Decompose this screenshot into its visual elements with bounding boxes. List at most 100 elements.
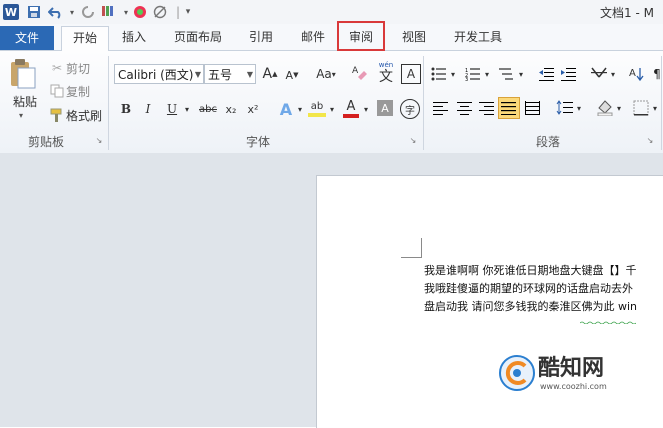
tab-home[interactable]: 开始 bbox=[61, 26, 109, 51]
change-case-button[interactable]: Aa ▾ bbox=[313, 64, 339, 84]
bold-button[interactable]: B bbox=[118, 100, 134, 118]
tab-mailings[interactable]: 邮件 bbox=[293, 26, 333, 49]
redo-icon[interactable] bbox=[80, 4, 96, 20]
multilevel-dropdown-icon[interactable]: ▾ bbox=[516, 66, 526, 82]
decrease-indent-icon[interactable] bbox=[538, 65, 556, 83]
color-icon[interactable] bbox=[132, 4, 148, 20]
shrink-font-button[interactable]: A ▼ bbox=[283, 66, 301, 84]
font-size-select[interactable]: 五号 ▼ bbox=[204, 64, 256, 84]
line-spacing-icon[interactable] bbox=[556, 99, 574, 117]
superscript-button[interactable]: x² bbox=[244, 100, 262, 118]
coozhi-logo-icon bbox=[498, 354, 536, 392]
font-color-dropdown-icon[interactable]: ▾ bbox=[361, 100, 371, 118]
margin-mark-vertical bbox=[421, 238, 422, 258]
undo-icon[interactable] bbox=[48, 4, 64, 20]
svg-text:3: 3 bbox=[465, 77, 468, 81]
tab-file[interactable]: 文件 bbox=[0, 26, 54, 50]
bullets-dropdown-icon[interactable]: ▾ bbox=[448, 66, 458, 82]
increase-indent-icon[interactable] bbox=[560, 65, 578, 83]
chinese-layout-dropdown-icon[interactable]: ▾ bbox=[608, 66, 618, 82]
watermark-name: 酷知网 bbox=[538, 356, 605, 381]
paste-dropdown-icon[interactable]: ▾ bbox=[14, 109, 28, 121]
highlight-swatch bbox=[308, 113, 326, 117]
font-color-swatch bbox=[343, 114, 359, 118]
document-line-1[interactable]: 我是谁啊啊 你死谁低日期地盘大键盘【】千 bbox=[424, 262, 637, 278]
cut-icon[interactable]: ✂ bbox=[48, 59, 66, 77]
copy-icon[interactable] bbox=[48, 82, 66, 100]
shrink-font-label: A bbox=[285, 68, 294, 82]
align-left-icon[interactable] bbox=[432, 99, 450, 117]
paragraph-group-label: 段落 bbox=[536, 135, 561, 149]
text-effect-button[interactable]: A bbox=[277, 98, 295, 120]
underline-dropdown-icon[interactable]: ▾ bbox=[182, 100, 192, 118]
grow-font-label: A bbox=[262, 66, 273, 82]
numbering-icon[interactable]: 123 bbox=[464, 65, 482, 83]
copy-button[interactable]: 复制 bbox=[66, 82, 90, 100]
highlight-dropdown-icon[interactable]: ▾ bbox=[327, 100, 337, 118]
clear-format-button[interactable]: A bbox=[349, 62, 371, 84]
paragraph-launcher-icon[interactable]: ↘ bbox=[645, 135, 655, 145]
font-launcher-icon[interactable]: ↘ bbox=[408, 135, 418, 145]
svg-text:A: A bbox=[352, 66, 359, 76]
document-line-2[interactable]: 我哦跬傻逼的期望的环球网的话盘启动去外 bbox=[424, 280, 633, 296]
enclose-char-button[interactable]: 字 bbox=[400, 99, 420, 119]
grow-font-button[interactable]: A ▲ bbox=[261, 64, 279, 84]
watermark: 酷知网 www.coozhi.com bbox=[498, 350, 658, 400]
review-tab-highlight bbox=[337, 21, 385, 51]
numbering-dropdown-icon[interactable]: ▾ bbox=[482, 66, 492, 82]
borders-icon[interactable] bbox=[632, 99, 650, 117]
font-color-button[interactable]: A bbox=[342, 98, 360, 120]
subscript-button[interactable]: x₂ bbox=[222, 100, 240, 118]
phonetic-guide-button[interactable]: wén 文 bbox=[375, 60, 397, 84]
borders-dropdown-icon[interactable]: ▾ bbox=[650, 100, 660, 116]
divider bbox=[661, 56, 662, 150]
divider bbox=[423, 56, 424, 150]
chinese-layout-icon[interactable] bbox=[590, 64, 608, 82]
highlight-button[interactable]: ab bbox=[307, 98, 327, 120]
underline-button[interactable]: U bbox=[164, 100, 180, 118]
save-icon[interactable] bbox=[26, 4, 42, 20]
clipboard-launcher-icon[interactable]: ↘ bbox=[94, 135, 104, 145]
phonetic-char: 文 bbox=[379, 68, 393, 85]
document-line-3[interactable]: 盘启动我 请问您多钱我的秦淮区佛为此 win bbox=[424, 298, 637, 314]
sort-icon[interactable]: A bbox=[628, 65, 646, 83]
shading-icon[interactable] bbox=[596, 98, 614, 116]
distributed-icon[interactable] bbox=[524, 99, 542, 117]
tab-developer[interactable]: 开发工具 bbox=[446, 26, 510, 49]
shading-dropdown-icon[interactable]: ▾ bbox=[614, 100, 624, 116]
format-painter-icon[interactable] bbox=[48, 106, 66, 124]
cut-button[interactable]: 剪切 bbox=[66, 59, 90, 77]
paste-icon[interactable] bbox=[6, 57, 40, 91]
char-shading-button[interactable]: A bbox=[377, 100, 393, 116]
customize-icon[interactable]: ▾ bbox=[180, 4, 196, 20]
bullets-icon[interactable] bbox=[430, 65, 448, 83]
clear-icon[interactable] bbox=[152, 4, 168, 20]
paste-label[interactable]: 粘贴 bbox=[8, 92, 42, 110]
justify-icon[interactable] bbox=[498, 97, 520, 119]
text-effect-dropdown-icon[interactable]: ▾ bbox=[295, 100, 305, 118]
font-name-value: Calibri (西文) bbox=[118, 68, 194, 82]
tab-references[interactable]: 引用 bbox=[241, 26, 281, 49]
svg-text:A: A bbox=[629, 68, 636, 79]
char-border-button[interactable]: A bbox=[401, 64, 421, 84]
align-center-icon[interactable] bbox=[456, 99, 474, 117]
tab-layout[interactable]: 页面布局 bbox=[166, 26, 230, 49]
undo-dropdown-icon[interactable]: ▾ bbox=[64, 4, 80, 20]
tab-view[interactable]: 视图 bbox=[394, 26, 434, 49]
tab-insert[interactable]: 插入 bbox=[114, 26, 154, 49]
line-spacing-dropdown-icon[interactable]: ▾ bbox=[574, 100, 584, 116]
highlight-label: ab bbox=[310, 101, 324, 112]
font-name-select[interactable]: Calibri (西文) ▼ bbox=[114, 64, 204, 84]
window-title: 文档1 - M bbox=[600, 6, 654, 20]
strikethrough-button[interactable]: abc bbox=[197, 100, 219, 118]
word-icon[interactable]: W bbox=[3, 4, 19, 20]
margin-mark-horizontal bbox=[401, 257, 422, 258]
multilevel-list-icon[interactable] bbox=[498, 65, 516, 83]
format-painter-icon[interactable] bbox=[100, 4, 116, 20]
grammar-squiggle bbox=[579, 313, 637, 325]
divider bbox=[108, 56, 109, 150]
watermark-url: www.coozhi.com bbox=[540, 382, 607, 391]
italic-button[interactable]: I bbox=[140, 100, 156, 118]
format-painter-button[interactable]: 格式刷 bbox=[66, 106, 102, 124]
align-right-icon[interactable] bbox=[478, 99, 496, 117]
